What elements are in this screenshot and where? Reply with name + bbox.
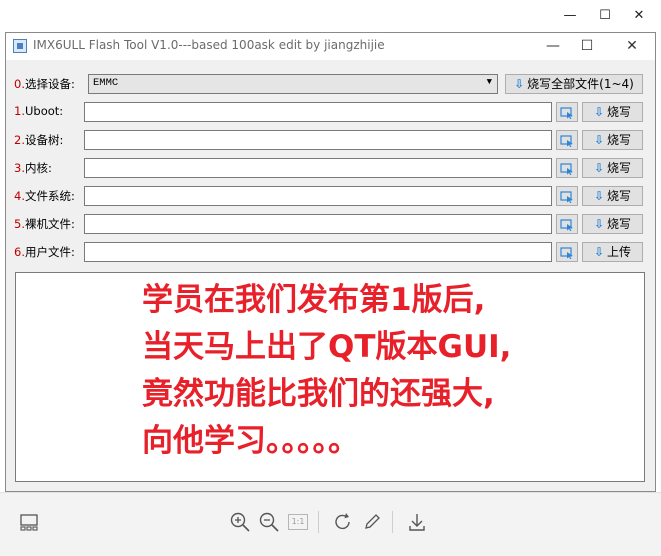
app-titlebar: IMX6ULL Flash Tool V1.0---based 100ask e… [6, 33, 655, 60]
file-row-dtb: 2.设备树: ⇩ 烧写 [6, 129, 655, 151]
flash-baremetal-button[interactable]: ⇩ 烧写 [582, 214, 643, 234]
userfile-path-input[interactable] [84, 242, 552, 262]
action-label: 烧写 [607, 133, 632, 147]
flash-rootfs-button[interactable]: ⇩ 烧写 [582, 186, 643, 206]
row-number: 4. [14, 189, 25, 203]
action-label: 烧写 [607, 161, 632, 175]
row-label: 5.裸机文件: [14, 216, 75, 232]
flash-kernel-button[interactable]: ⇩ 烧写 [582, 158, 643, 178]
row-number: 5. [14, 217, 25, 231]
download-icon: ⇩ [514, 77, 525, 91]
folder-cursor-icon [560, 219, 573, 231]
viewer-titlebar: — ☐ ✕ [0, 0, 661, 32]
folder-cursor-icon [560, 107, 573, 119]
folder-cursor-icon [560, 135, 573, 147]
download-icon[interactable] [406, 511, 428, 533]
file-row-userfile: 6.用户文件: ⇩ 上传 [6, 241, 655, 263]
uboot-path-input[interactable] [84, 102, 552, 122]
browse-button[interactable] [556, 214, 578, 234]
device-select[interactable]: EMMC ▼ [88, 74, 498, 94]
kernel-path-input[interactable] [84, 158, 552, 178]
app-maximize-button[interactable]: ☐ [573, 36, 601, 56]
row-number: 2. [14, 133, 25, 147]
edit-icon[interactable] [361, 511, 383, 533]
device-row-number: 0. [14, 77, 25, 91]
file-row-rootfs: 4.文件系统: ⇩ 烧写 [6, 185, 655, 207]
flash-all-button[interactable]: ⇩ 烧写全部文件(1~4) [505, 74, 643, 94]
device-label: 0.选择设备: [14, 76, 75, 92]
browse-button[interactable] [556, 130, 578, 150]
device-row-label: 选择设备: [24, 77, 75, 91]
download-icon: ⇩ [593, 105, 605, 119]
download-icon: ⇩ [593, 217, 605, 231]
row-label-text: 裸机文件: [24, 217, 75, 231]
app-title: IMX6ULL Flash Tool V1.0---based 100ask e… [33, 38, 385, 52]
download-icon: ⇩ [593, 161, 605, 175]
folder-cursor-icon [560, 163, 573, 175]
log-output-area[interactable]: 学员在我们发布第1版后, 当天马上出了QT版本GUI, 竟然功能比我们的还强大,… [15, 272, 645, 482]
download-icon: ⇩ [593, 133, 605, 147]
action-label: 烧写 [607, 189, 632, 203]
viewer-toolbar: 1:1 [0, 492, 661, 556]
file-row-baremetal: 5.裸机文件: ⇩ 烧写 [6, 213, 655, 235]
flash-all-label: 烧写全部文件(1~4) [527, 77, 634, 91]
log-text: 学员在我们发布第1版后, 当天马上出了QT版本GUI, 竟然功能比我们的还强大,… [142, 282, 512, 459]
layout-icon[interactable] [18, 511, 40, 533]
toolbar-divider [392, 511, 393, 533]
rootfs-path-input[interactable] [84, 186, 552, 206]
app-icon [13, 39, 27, 53]
row-label-text: 用户文件: [24, 245, 75, 259]
download-icon: ⇩ [593, 189, 605, 203]
toolbar-divider [318, 511, 319, 533]
zoom-out-icon[interactable] [258, 511, 280, 533]
folder-cursor-icon [560, 191, 573, 203]
row-label-text: 文件系统: [24, 189, 75, 203]
file-row-kernel: 3.内核: ⇩ 烧写 [6, 157, 655, 179]
row-number: 1. [14, 104, 25, 118]
device-select-value: EMMC [93, 77, 119, 89]
flash-dtb-button[interactable]: ⇩ 烧写 [582, 130, 643, 150]
file-row-uboot: 1.Uboot: ⇩ 烧写 [6, 101, 655, 123]
device-row: 0.选择设备: EMMC ▼ ⇩ 烧写全部文件(1~4) [6, 73, 655, 95]
browse-button[interactable] [556, 186, 578, 206]
row-label: 2.设备树: [14, 132, 63, 148]
rotate-icon[interactable] [332, 511, 354, 533]
row-label: 3.内核: [14, 160, 52, 176]
chevron-down-icon: ▼ [486, 77, 492, 87]
viewer-maximize-button[interactable]: ☐ [594, 6, 616, 26]
viewer-close-button[interactable]: ✕ [628, 6, 650, 26]
app-window: IMX6ULL Flash Tool V1.0---based 100ask e… [5, 32, 656, 492]
flash-uboot-button[interactable]: ⇩ 烧写 [582, 102, 643, 122]
action-label: 上传 [607, 245, 632, 259]
folder-cursor-icon [560, 247, 573, 259]
row-label-text: Uboot: [24, 104, 64, 118]
browse-button[interactable] [556, 158, 578, 178]
viewer-minimize-button[interactable]: — [559, 6, 581, 26]
row-label: 1.Uboot: [14, 104, 63, 118]
row-number: 3. [14, 161, 25, 175]
baremetal-path-input[interactable] [84, 214, 552, 234]
zoom-in-icon[interactable] [229, 511, 251, 533]
dtb-path-input[interactable] [84, 130, 552, 150]
row-label: 4.文件系统: [14, 188, 75, 204]
actual-size-icon[interactable]: 1:1 [288, 514, 308, 530]
app-close-button[interactable]: ✕ [618, 36, 646, 56]
row-label-text: 设备树: [24, 133, 64, 147]
upload-userfile-button[interactable]: ⇩ 上传 [582, 242, 643, 262]
action-label: 烧写 [607, 217, 632, 231]
browse-button[interactable] [556, 102, 578, 122]
row-label-text: 内核: [24, 161, 52, 175]
upload-icon: ⇩ [593, 245, 605, 259]
action-label: 烧写 [607, 105, 632, 119]
row-number: 6. [14, 245, 25, 259]
browse-button[interactable] [556, 242, 578, 262]
row-label: 6.用户文件: [14, 244, 75, 260]
app-minimize-button[interactable]: — [539, 36, 567, 56]
